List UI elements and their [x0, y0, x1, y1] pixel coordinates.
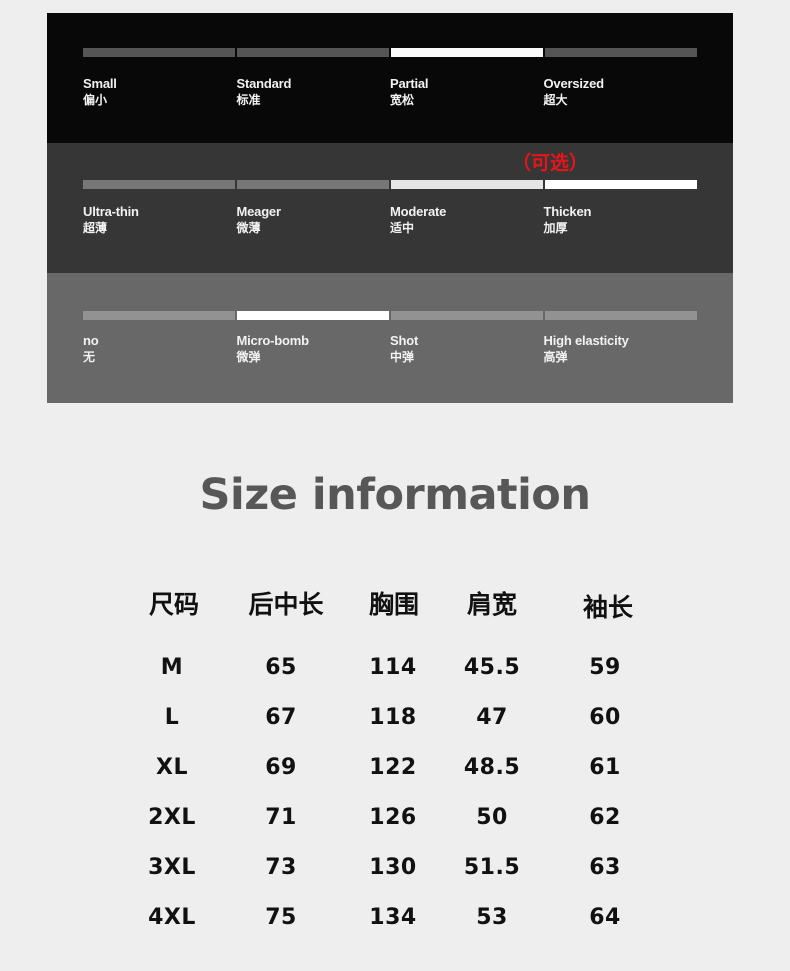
cell-back-length: 65 [265, 655, 297, 680]
cell-back-length: 71 [265, 805, 297, 830]
cell-size: 2XL [148, 805, 196, 830]
cell-shoulder: 48.5 [463, 755, 521, 780]
thickness-bar-ultra-thin [83, 180, 235, 189]
cell-back-length: 73 [265, 855, 297, 880]
cell-sleeve: 64 [589, 905, 621, 930]
cell-shoulder: 51.5 [463, 855, 521, 880]
elasticity-bar-micro-bomb [237, 311, 389, 320]
cell-size: 3XL [148, 855, 196, 880]
fit-panel: Small 偏小 Standard 标准 Partial 宽松 Oversize… [47, 13, 733, 143]
cell-back-length: 67 [265, 705, 297, 730]
header-back-length: 后中长 [248, 590, 324, 619]
cell-chest: 130 [369, 855, 417, 880]
cell-chest: 118 [369, 705, 417, 730]
cell-back-length: 69 [265, 755, 297, 780]
thickness-bar-thicken [545, 180, 697, 189]
fit-bar-oversized [545, 48, 697, 57]
fit-scale [83, 48, 697, 57]
cell-chest: 134 [369, 905, 417, 930]
cell-shoulder: 47 [476, 705, 508, 730]
header-size: 尺码 [148, 590, 200, 619]
fit-bar-small [83, 48, 235, 57]
fit-option-partial: Partial 宽松 [390, 76, 429, 107]
header-sleeve: 袖长 [582, 593, 634, 622]
thickness-option-meager: Meager 微薄 [236, 204, 282, 235]
header-chest: 胸围 [368, 590, 420, 619]
cell-shoulder: 53 [476, 905, 508, 930]
elasticity-scale [83, 311, 697, 320]
optional-note: （可选） [512, 152, 589, 174]
cell-chest: 122 [369, 755, 417, 780]
cell-shoulder: 50 [476, 805, 508, 830]
cell-size: M [160, 655, 184, 680]
thickness-bar-moderate [391, 180, 543, 189]
elasticity-option-micro-bomb: Micro-bomb 微弹 [236, 333, 310, 364]
cell-sleeve: 61 [589, 755, 621, 780]
elasticity-bar-shot [391, 311, 543, 320]
fit-option-small: Small 偏小 [83, 76, 117, 107]
thickness-bar-meager [237, 180, 389, 189]
elasticity-option-no: no 无 [83, 333, 99, 364]
cell-shoulder: 45.5 [463, 655, 521, 680]
thickness-option-thicken: Thicken 加厚 [543, 204, 592, 235]
elasticity-option-high: High elasticity 高弹 [543, 333, 629, 364]
elasticity-bar-high [545, 311, 697, 320]
cell-back-length: 75 [265, 905, 297, 930]
cell-chest: 114 [369, 655, 417, 680]
cell-size: XL [156, 755, 188, 780]
elasticity-bar-no [83, 311, 235, 320]
elasticity-panel: no 无 Micro-bomb 微弹 Shot 中弹 High elastici… [47, 273, 733, 403]
fit-bar-standard [237, 48, 389, 57]
cell-sleeve: 59 [589, 655, 621, 680]
fit-bar-partial [391, 48, 543, 57]
cell-sleeve: 60 [589, 705, 621, 730]
cell-size: L [164, 705, 180, 730]
thickness-option-moderate: Moderate 适中 [390, 204, 447, 235]
fit-option-standard: Standard 标准 [236, 76, 292, 107]
thickness-scale [83, 180, 697, 189]
cell-size: 4XL [148, 905, 196, 930]
thickness-panel: （可选） Ultra-thin 超薄 Meager 微薄 Moderate 适中… [47, 143, 733, 273]
elasticity-option-shot: Shot 中弹 [390, 333, 419, 364]
cell-sleeve: 63 [589, 855, 621, 880]
thickness-option-ultra-thin: Ultra-thin 超薄 [83, 204, 139, 235]
fit-option-oversized: Oversized 超大 [543, 76, 605, 107]
cell-chest: 126 [369, 805, 417, 830]
size-info-title: Size information [199, 470, 591, 520]
header-shoulder: 肩宽 [466, 590, 518, 619]
cell-sleeve: 62 [589, 805, 621, 830]
